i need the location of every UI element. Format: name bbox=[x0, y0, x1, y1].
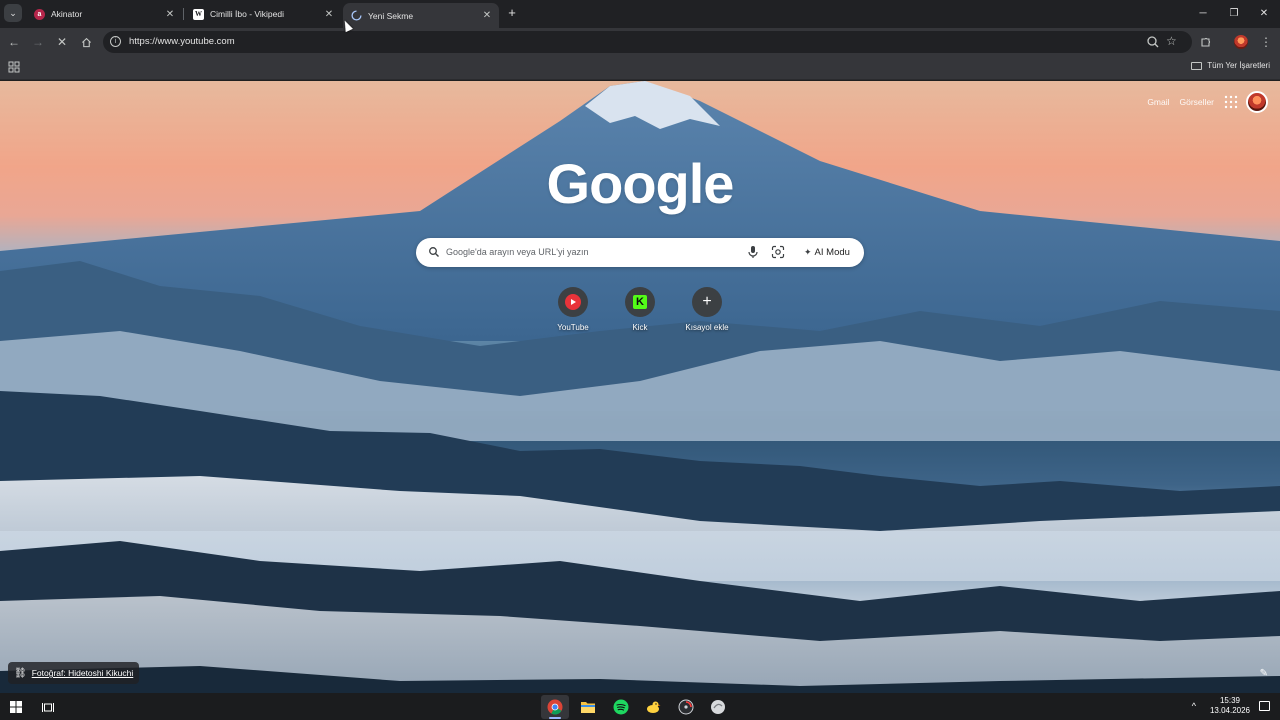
shortcut-icon-bg: + bbox=[692, 287, 722, 317]
taskbar-duck-app[interactable] bbox=[643, 697, 663, 717]
app-icon bbox=[711, 700, 725, 714]
kick-icon: K bbox=[633, 295, 647, 309]
tab-strip: ⌄ a Akinator ✕ W Cimilli İbo - Vikipedi … bbox=[0, 0, 1280, 28]
search-placeholder[interactable]: Google'da arayın veya URL'yi yazın bbox=[446, 247, 589, 257]
google-apps-icon[interactable] bbox=[1224, 95, 1238, 109]
duck-app-icon bbox=[647, 701, 661, 713]
notification-icon[interactable] bbox=[1259, 701, 1270, 711]
active-indicator bbox=[549, 717, 561, 719]
zoom-icon[interactable] bbox=[1145, 34, 1161, 50]
close-icon[interactable]: ✕ bbox=[481, 10, 493, 22]
loading-spinner-icon bbox=[351, 10, 362, 21]
taskbar-chrome[interactable] bbox=[545, 697, 565, 717]
site-info-icon[interactable]: i bbox=[110, 36, 121, 47]
new-tab-button[interactable]: + bbox=[505, 6, 519, 20]
ai-mode-button[interactable]: ✦ AI Modu bbox=[796, 242, 858, 263]
shortcut-add[interactable]: + Kısayol ekle bbox=[677, 287, 737, 332]
task-view-button[interactable] bbox=[38, 697, 58, 717]
shortcut-icon-bg bbox=[558, 287, 588, 317]
tab-akinator[interactable]: a Akinator ✕ bbox=[26, 3, 182, 25]
toolbar: ← → ✕ i https://www.youtube.com ☆ ⋮ bbox=[0, 28, 1280, 56]
ai-search-icon: ✦ bbox=[804, 247, 812, 257]
shortcut-kick[interactable]: K Kick bbox=[610, 287, 670, 332]
menu-button[interactable]: ⋮ bbox=[1257, 33, 1275, 51]
extensions-button[interactable] bbox=[1197, 33, 1215, 51]
start-button[interactable] bbox=[6, 697, 26, 717]
folder-icon bbox=[1191, 61, 1203, 70]
tab-title: Akinator bbox=[51, 9, 83, 19]
all-bookmarks-button[interactable]: Tüm Yer İşaretleri bbox=[1191, 61, 1270, 70]
profile-avatar[interactable] bbox=[1234, 35, 1248, 49]
plus-icon: + bbox=[702, 293, 712, 310]
home-button[interactable] bbox=[77, 33, 95, 51]
new-tab-page: Gmail Görseller Google Google'da arayın … bbox=[0, 81, 1280, 693]
tab-title: Yeni Sekme bbox=[368, 10, 414, 21]
tab-separator bbox=[183, 8, 184, 20]
clock-date: 13.04.2026 bbox=[1209, 706, 1250, 715]
taskbar: ^ 15:39 13.04.2026 bbox=[0, 693, 1280, 720]
forward-button[interactable]: → bbox=[29, 33, 47, 51]
bookmark-star-icon[interactable]: ☆ bbox=[1166, 34, 1177, 48]
shortcut-icon-bg: K bbox=[625, 287, 655, 317]
photo-credit-text[interactable]: Fotoğraf: Hidetoshi Kikuchi bbox=[32, 668, 134, 678]
windows-icon bbox=[10, 701, 22, 713]
akinator-favicon: a bbox=[34, 8, 45, 20]
address-bar[interactable]: i https://www.youtube.com ☆ bbox=[103, 31, 1192, 53]
taskbar-app-red[interactable] bbox=[676, 697, 696, 717]
tab-title: Cimilli İbo - Vikipedi bbox=[210, 9, 285, 19]
taskbar-app-gray[interactable] bbox=[708, 697, 728, 717]
minimize-button[interactable]: ─ bbox=[1188, 4, 1218, 22]
shortcut-label: YouTube bbox=[557, 323, 589, 332]
chevron-down-icon: ⌄ bbox=[9, 7, 17, 18]
customize-pencil-icon[interactable]: ✎ bbox=[1260, 668, 1268, 679]
wikipedia-favicon: W bbox=[193, 8, 204, 20]
stop-button[interactable]: ✕ bbox=[53, 33, 71, 51]
steam-like-icon bbox=[678, 699, 694, 715]
apps-grid-icon[interactable] bbox=[8, 61, 20, 73]
puzzle-icon bbox=[1201, 37, 1211, 47]
google-lens-icon[interactable] bbox=[771, 245, 785, 259]
close-icon[interactable]: ✕ bbox=[323, 8, 335, 20]
taskbar-spotify[interactable] bbox=[611, 697, 631, 717]
task-view-icon bbox=[42, 702, 54, 712]
close-window-button[interactable]: ✕ bbox=[1249, 4, 1279, 22]
more-vert-icon: ⋮ bbox=[1260, 35, 1272, 49]
close-icon: ✕ bbox=[56, 35, 68, 49]
url-text[interactable]: https://www.youtube.com bbox=[129, 36, 235, 47]
microphone-icon[interactable] bbox=[747, 245, 759, 259]
taskbar-file-explorer[interactable] bbox=[578, 697, 598, 717]
spotify-icon bbox=[613, 699, 629, 715]
all-bookmarks-label: Tüm Yer İşaretleri bbox=[1207, 61, 1270, 70]
shortcut-label: Kick bbox=[632, 323, 648, 332]
file-explorer-icon bbox=[581, 702, 595, 713]
shortcut-label: Kısayol ekle bbox=[685, 323, 729, 332]
home-icon bbox=[81, 37, 91, 47]
bookmarks-bar: Tüm Yer İşaretleri bbox=[0, 56, 1280, 80]
clock-time: 15:39 bbox=[1219, 696, 1240, 705]
youtube-icon bbox=[565, 294, 581, 310]
photo-credit[interactable]: ⛓ Fotoğraf: Hidetoshi Kikuchi bbox=[8, 662, 140, 684]
screen: ⌄ a Akinator ✕ W Cimilli İbo - Vikipedi … bbox=[0, 0, 1280, 720]
back-button[interactable]: ← bbox=[5, 33, 23, 51]
restore-button[interactable]: ❐ bbox=[1219, 4, 1249, 22]
google-logo: Google bbox=[546, 152, 735, 215]
chrome-icon bbox=[547, 699, 563, 715]
arrow-left-icon: ← bbox=[8, 35, 20, 49]
arrow-right-icon: → bbox=[32, 35, 44, 49]
ai-mode-label: AI Modu bbox=[814, 247, 850, 258]
gmail-link[interactable]: Gmail bbox=[1147, 97, 1169, 107]
link-icon: ⛓ bbox=[14, 667, 27, 679]
search-box[interactable]: Google'da arayın veya URL'yi yazın ✦ AI … bbox=[416, 238, 864, 267]
tab-wikipedia[interactable]: W Cimilli İbo - Vikipedi ✕ bbox=[185, 3, 341, 25]
tab-search-button[interactable]: ⌄ bbox=[4, 4, 22, 22]
top-links: Gmail Görseller bbox=[1147, 91, 1268, 113]
account-avatar[interactable] bbox=[1246, 91, 1268, 113]
shortcut-youtube[interactable]: YouTube bbox=[543, 287, 603, 332]
close-icon[interactable]: ✕ bbox=[164, 8, 176, 20]
tab-new-tab[interactable]: Yeni Sekme ✕ bbox=[343, 3, 499, 28]
tray-overflow-icon[interactable]: ^ bbox=[1192, 701, 1196, 711]
system-clock[interactable]: 15:39 13.04.2026 bbox=[1210, 696, 1250, 716]
search-icon bbox=[429, 247, 439, 257]
images-link[interactable]: Görseller bbox=[1180, 97, 1214, 107]
